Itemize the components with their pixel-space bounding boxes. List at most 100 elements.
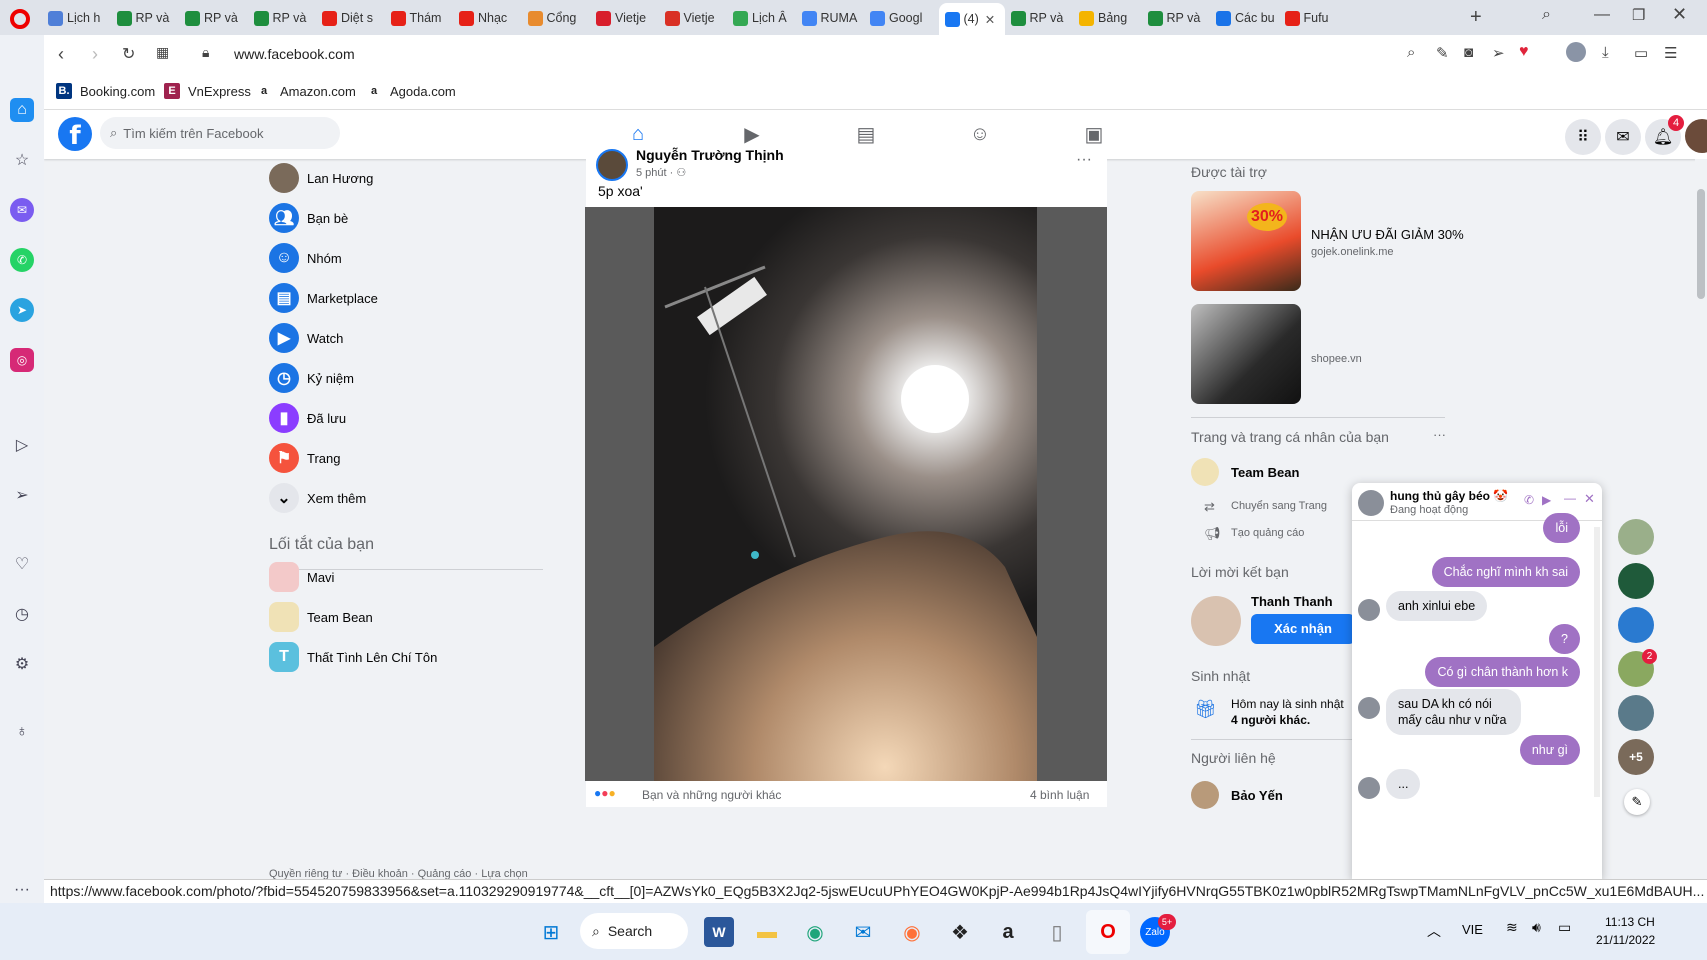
firefox-icon[interactable]: ◉	[897, 917, 927, 947]
shortcut-item[interactable]: Mavi	[269, 559, 334, 595]
chat-minimize-icon[interactable]: —	[1564, 491, 1576, 505]
dropbox-icon[interactable]: ❖	[945, 917, 975, 947]
left-nav-item[interactable]: ⌄ Xem thêm	[269, 480, 366, 516]
camera-icon[interactable]: ◙	[1464, 44, 1473, 61]
shortcut-item[interactable]: T Thất Tình Lên Chí Tôn	[269, 639, 437, 675]
back-icon[interactable]: ‹	[58, 44, 64, 65]
restore-icon[interactable]: ❐	[1632, 6, 1645, 24]
footer-links[interactable]: Quyền riêng tư · Điều khoản · Quảng cáo …	[269, 868, 528, 879]
edge-icon[interactable]: ◉	[800, 917, 830, 947]
tray-chevron-icon[interactable]: ︿	[1427, 921, 1441, 941]
browser-tab[interactable]: RP và	[116, 5, 185, 31]
messenger-icon[interactable]: ✉	[1605, 119, 1641, 155]
nav-groups-icon[interactable]: ☺	[960, 119, 1000, 149]
new-message-icon[interactable]: ✎	[1624, 789, 1650, 815]
browser-tab[interactable]: Cổng	[527, 5, 596, 31]
bookmark[interactable]: B. Booking.com	[56, 83, 155, 99]
comments-count[interactable]: 4 bình luận	[1030, 788, 1089, 802]
bookmark[interactable]: a Agoda.com	[366, 83, 456, 99]
wifi-icon[interactable]: ≋	[1506, 919, 1518, 936]
telegram-icon[interactable]: ➤	[10, 298, 34, 322]
new-tab-icon[interactable]: +	[1470, 6, 1482, 29]
more-icon[interactable]: ···	[10, 878, 34, 902]
browser-tab[interactable]: RP và	[185, 5, 253, 31]
friend-name[interactable]: Thanh Thanh	[1251, 594, 1333, 609]
browser-tab[interactable]: Thám	[390, 5, 459, 31]
ad-image-shopee[interactable]	[1191, 304, 1301, 404]
bookmark[interactable]: a Amazon.com	[256, 83, 356, 99]
browser-tab[interactable]: Nhạc	[459, 5, 527, 31]
sent-message[interactable]: ?	[1549, 624, 1580, 654]
file-icon[interactable]: ▯	[1042, 917, 1072, 947]
file-explorer-icon[interactable]: ▬	[752, 917, 782, 947]
close-window-icon[interactable]: ✕	[1672, 4, 1687, 25]
left-nav-item[interactable]: ⚑ Trang	[269, 440, 340, 476]
birthday-text[interactable]: Hôm nay là sinh nhật 4 người khác.	[1231, 696, 1344, 728]
menu-icon[interactable]: ☰	[1664, 44, 1677, 62]
chat-head-3[interactable]	[1618, 607, 1654, 643]
battery-icon[interactable]: ▭	[1634, 44, 1648, 62]
friend-avatar[interactable]	[1191, 596, 1241, 646]
home-icon[interactable]: ⌂	[10, 98, 34, 122]
browser-tab[interactable]: Bảng	[1079, 5, 1147, 31]
chat-head-5[interactable]	[1618, 695, 1654, 731]
minimize-icon[interactable]: —	[1594, 6, 1610, 24]
reactions-text[interactable]: Bạn và những người khác	[642, 788, 781, 802]
whatsapp-icon[interactable]: ✆	[10, 248, 34, 272]
browser-tab[interactable]: (4) ✕	[938, 3, 1005, 35]
clock-date[interactable]: 21/11/2022	[1596, 933, 1655, 947]
nav-gaming-icon[interactable]: ▣	[1074, 119, 1114, 149]
find-icon[interactable]: ⌕	[1407, 44, 1415, 61]
browser-tab[interactable]: Vietje	[596, 5, 664, 31]
start-icon[interactable]: ⊞	[536, 917, 566, 947]
forward-icon[interactable]: ›	[92, 44, 98, 65]
profile-icon[interactable]	[1566, 42, 1586, 62]
url-field[interactable]: www.facebook.com	[234, 46, 355, 62]
edit-icon[interactable]: ✎	[1436, 44, 1449, 62]
ad-domain-2[interactable]: shopee.vn	[1311, 353, 1362, 365]
ad-image-gojek[interactable]: 30%	[1191, 191, 1301, 291]
browser-tab[interactable]: RP và	[1147, 5, 1216, 31]
opera-icon[interactable]: O	[1093, 917, 1123, 947]
chat-head-1[interactable]	[1618, 519, 1654, 555]
post-author-name[interactable]: Nguyễn Trường Thịnh	[636, 147, 784, 163]
download-icon[interactable]: ⤓	[1602, 44, 1609, 61]
lightbulb-icon[interactable]: ♁	[10, 720, 34, 744]
chat-avatar[interactable]	[1358, 490, 1384, 516]
left-nav-item[interactable]: ▤ Marketplace	[269, 280, 378, 316]
close-tab-icon[interactable]: ✕	[985, 12, 995, 27]
post-more-icon[interactable]: ···	[1076, 151, 1092, 169]
left-nav-item[interactable]: 👥︎ Bạn bè	[269, 200, 348, 236]
word-icon[interactable]: W	[704, 917, 734, 947]
chat-name[interactable]: hung thủ gây béo 🤡	[1390, 489, 1508, 503]
battery-tray-icon[interactable]: ▭	[1558, 919, 1571, 936]
browser-tab[interactable]: RP và	[1010, 5, 1079, 31]
account-avatar[interactable]	[1685, 119, 1707, 153]
switch-label[interactable]: Chuyển sang Trang	[1231, 500, 1327, 512]
page-avatar[interactable]	[1191, 458, 1219, 486]
search-input[interactable]: ⌕ Tìm kiếm trên Facebook	[100, 117, 340, 149]
pages-more-icon[interactable]: ···	[1433, 427, 1446, 442]
tabs-overview-icon[interactable]: ▦	[156, 44, 169, 61]
browser-tab[interactable]: Diệt s	[322, 5, 390, 31]
nav-marketplace-icon[interactable]: ▤	[846, 119, 886, 149]
browser-tab[interactable]: Lịch Â	[733, 5, 801, 31]
settings-icon[interactable]: ⚙	[10, 652, 34, 676]
heart-filled-icon[interactable]: ♥	[1519, 43, 1529, 61]
page-scrollbar[interactable]	[1695, 159, 1707, 879]
browser-tab[interactable]: Googl	[870, 5, 938, 31]
taskbar-search[interactable]: ⌕ Search	[580, 913, 688, 949]
chat-more-count[interactable]: +5	[1618, 739, 1654, 775]
sent-message[interactable]: lỗi	[1543, 513, 1580, 543]
language-indicator[interactable]: VIE	[1462, 922, 1483, 937]
browser-tab[interactable]: Các bu	[1216, 5, 1284, 31]
reaction-icons[interactable]: ●●●	[594, 786, 616, 800]
ad-create-label[interactable]: Tạo quảng cáo	[1231, 527, 1304, 539]
ad-title[interactable]: NHẬN ƯU ĐÃI GIẢM 30%	[1311, 227, 1464, 242]
browser-tab[interactable]: Lịch h	[48, 5, 116, 31]
contact-name[interactable]: Bảo Yến	[1231, 788, 1283, 803]
chat-close-icon[interactable]: ✕	[1584, 491, 1595, 507]
left-nav-item[interactable]: ◷ Kỷ niệm	[269, 360, 354, 396]
sent-message[interactable]: như gì	[1519, 735, 1580, 765]
opera-logo-icon[interactable]	[10, 9, 30, 29]
